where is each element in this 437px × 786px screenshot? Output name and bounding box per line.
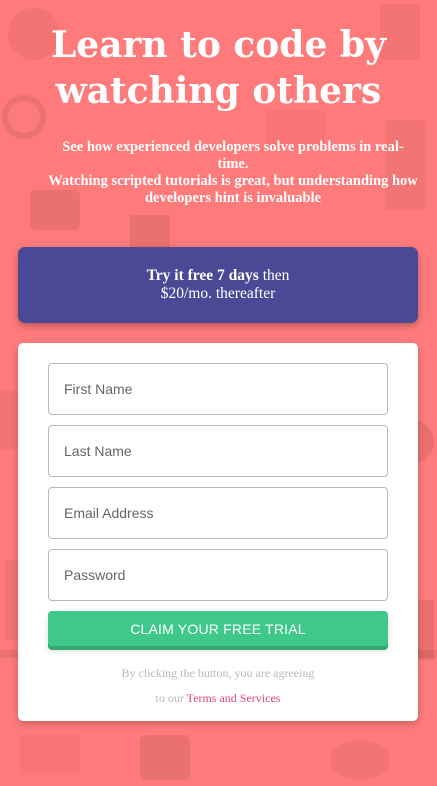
page-title: Learn to code by watching others	[50, 24, 387, 112]
subtitle-line-2: Watching scripted tutorials is great, bu…	[48, 173, 418, 206]
signup-form: CLAIM YOUR FREE TRIAL By clicking the bu…	[18, 343, 418, 721]
trial-offer-bold: Try it free 7 days	[146, 267, 259, 284]
terms-line-2: to our Terms and Services	[18, 691, 418, 706]
trial-offer-banner: Try it free 7 days then $20/mo. thereaft…	[18, 247, 418, 323]
last-name-input[interactable]	[48, 425, 388, 477]
terms-prefix: to our	[155, 691, 187, 705]
first-name-input[interactable]	[48, 363, 388, 415]
subtitle-line-1: See how experienced developers solve pro…	[62, 139, 404, 172]
password-input[interactable]	[48, 549, 388, 601]
terms-link[interactable]: Terms and Services	[187, 691, 281, 705]
email-input[interactable]	[48, 487, 388, 539]
trial-price: $20/mo. thereafter	[160, 285, 276, 302]
claim-trial-button[interactable]: CLAIM YOUR FREE TRIAL	[48, 611, 388, 646]
hero-subtitle: See how experienced developers solve pro…	[48, 139, 418, 207]
terms-notice: By clicking the button, you are agreeing	[121, 666, 315, 680]
trial-offer-line: Try it free 7 days then	[18, 267, 418, 285]
trial-offer-then: then	[258, 267, 290, 284]
